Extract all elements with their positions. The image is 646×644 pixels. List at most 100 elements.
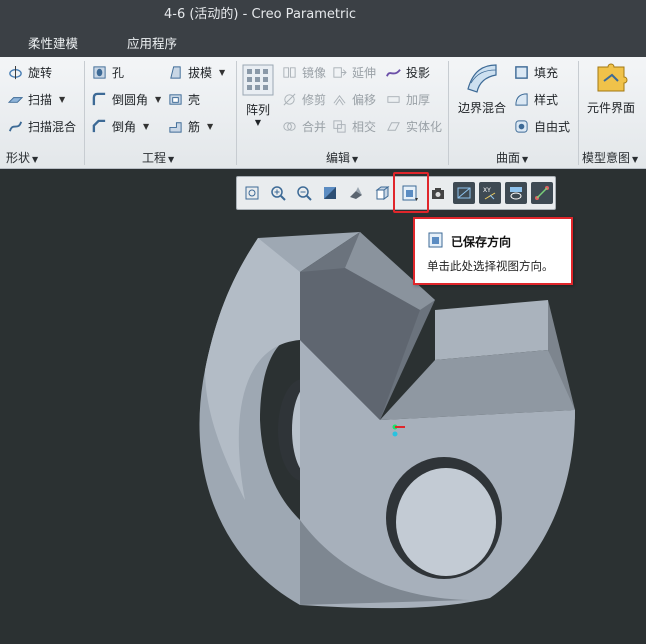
project-button[interactable]: 投影	[386, 61, 430, 83]
boundary-blend-icon	[467, 64, 497, 93]
sweep-button[interactable]: 扫描 ▼	[8, 88, 65, 110]
repaint-icon[interactable]	[319, 182, 341, 204]
freestyle-button[interactable]: 自由式	[514, 115, 570, 137]
merge-button[interactable]: 合并	[282, 115, 326, 137]
zoom-in-icon[interactable]	[267, 182, 289, 204]
active-tool-highlight	[393, 172, 429, 213]
hole-label: 孔	[112, 65, 125, 80]
ribbon-divider	[578, 61, 579, 165]
rib-button[interactable]: 筋 ▼	[168, 115, 213, 137]
sweep-icon	[8, 96, 23, 103]
part-model[interactable]	[185, 226, 580, 636]
group-engineering[interactable]: 工程 ▼	[142, 149, 174, 166]
named-views-icon[interactable]	[427, 182, 449, 204]
style-button[interactable]: 样式	[514, 88, 558, 110]
section-icon[interactable]	[453, 182, 475, 204]
draft-button[interactable]: 拔模 ▼	[168, 61, 225, 83]
revolve-button[interactable]: 旋转	[8, 61, 52, 83]
group-shape-label: 形状	[6, 151, 31, 165]
ribbon-divider	[84, 61, 85, 165]
mirror-button[interactable]: 镜像	[282, 61, 326, 83]
refit-icon[interactable]	[241, 182, 263, 204]
fill-icon	[515, 65, 528, 79]
group-surfaces[interactable]: 曲面 ▼	[496, 149, 528, 166]
pattern-icon	[242, 64, 274, 96]
pattern-button[interactable]: 阵列 ▼	[242, 63, 274, 127]
sketch-display-icon[interactable]	[531, 182, 553, 204]
hole-icon	[93, 65, 106, 79]
group-shape[interactable]: 形状 ▼	[6, 149, 38, 166]
chevron-down-icon: ▼	[59, 94, 66, 104]
tooltip: 已保存方向 单击此处选择视图方向。	[413, 217, 573, 285]
solidify-icon	[387, 121, 400, 131]
trim-button[interactable]: 修剪	[282, 88, 326, 110]
swept-blend-icon	[8, 120, 23, 132]
display-style-icon[interactable]	[345, 182, 367, 204]
offset-icon	[333, 94, 346, 105]
saved-orientations-icon	[428, 232, 443, 248]
chamfer-icon	[92, 119, 106, 132]
swept-blend-button[interactable]: 扫描混合	[8, 115, 76, 137]
extend-icon	[333, 66, 347, 78]
style-label: 样式	[534, 92, 559, 107]
fill-button[interactable]: 填充	[514, 61, 558, 83]
component-interface-button[interactable]: 元件界面	[584, 61, 638, 116]
chevron-down-icon: ▼	[168, 155, 175, 164]
offset-label: 偏移	[352, 92, 377, 107]
freestyle-label: 自由式	[534, 119, 571, 134]
zoom-out-icon[interactable]	[293, 182, 315, 204]
revolve-label: 旋转	[28, 65, 53, 80]
chevron-down-icon: ▼	[207, 121, 214, 131]
draft-icon	[170, 65, 181, 79]
extend-label: 延伸	[352, 65, 377, 80]
round-icon	[92, 92, 106, 105]
shell-icon	[169, 93, 182, 105]
orient-mode-icon[interactable]	[371, 182, 393, 204]
tooltip-title: 已保存方向	[451, 235, 512, 249]
menu-bar: 柔性建模 应用程序	[0, 30, 646, 57]
group-model-intent[interactable]: 模型意图 ▼	[582, 149, 638, 166]
chevron-down-icon: ▼	[352, 155, 359, 164]
intersect-button[interactable]: 相交	[332, 115, 376, 137]
thicken-label: 加厚	[406, 92, 431, 107]
extend-button[interactable]: 延伸	[332, 61, 376, 83]
group-engineering-label: 工程	[142, 151, 167, 165]
boundary-blend-button[interactable]: 边界混合	[456, 61, 508, 116]
spin-center-icon[interactable]	[505, 182, 527, 204]
menu-flexible-modeling[interactable]: 柔性建模	[28, 30, 78, 57]
chamfer-button[interactable]: 倒角 ▼	[92, 115, 149, 137]
shell-button[interactable]: 壳	[168, 88, 200, 110]
group-editing[interactable]: 编辑 ▼	[326, 149, 358, 166]
ribbon-divider	[236, 61, 237, 165]
pattern-label: 阵列	[245, 103, 270, 117]
solidify-label: 实体化	[406, 119, 443, 134]
intersect-icon	[333, 119, 346, 133]
revolve-icon	[9, 65, 22, 79]
tooltip-description: 单击此处选择视图方向。	[427, 259, 554, 273]
menu-applications[interactable]: 应用程序	[127, 30, 177, 57]
group-surfaces-label: 曲面	[496, 151, 521, 165]
chevron-down-icon: ▼	[32, 155, 39, 164]
solidify-button[interactable]: 实体化	[386, 115, 442, 137]
thicken-button[interactable]: 加厚	[386, 88, 430, 110]
round-button[interactable]: 倒圆角 ▼	[92, 88, 161, 110]
chevron-down-icon: ▼	[155, 94, 162, 104]
offset-button[interactable]: 偏移	[332, 88, 376, 110]
fill-label: 填充	[534, 65, 559, 80]
chevron-down-icon: ▼	[219, 67, 226, 77]
mirror-label: 镜像	[302, 65, 327, 80]
thicken-icon	[387, 95, 400, 103]
trim-icon	[283, 93, 296, 105]
sweep-label: 扫描	[28, 92, 53, 107]
hole-button[interactable]: 孔	[92, 61, 124, 83]
ribbon: 旋转 扫描 ▼ 扫描混合 形状 ▼ 孔 倒圆角 ▼ 倒角 ▼ 拔模 ▼ 壳 筋 ▼…	[0, 57, 646, 169]
chamfer-label: 倒角	[112, 119, 137, 134]
shell-label: 壳	[188, 92, 201, 107]
group-model-intent-label: 模型意图	[582, 151, 631, 165]
project-label: 投影	[406, 65, 431, 80]
component-interface-label: 元件界面	[586, 101, 635, 115]
mirror-icon	[283, 66, 296, 78]
rib-icon	[169, 121, 182, 133]
datum-display-icon[interactable]: XY	[479, 182, 501, 204]
ribbon-divider	[448, 61, 449, 165]
